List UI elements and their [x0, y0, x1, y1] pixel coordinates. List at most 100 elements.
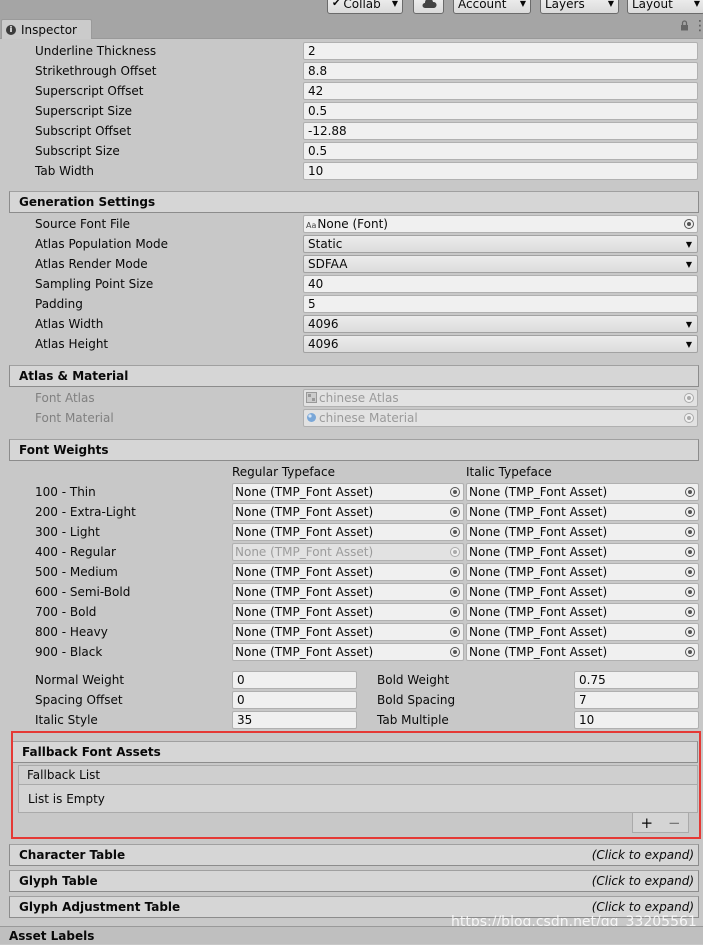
- object-picker-icon[interactable]: [685, 507, 695, 517]
- object-picker-icon[interactable]: [685, 627, 695, 637]
- dropdown-value: SDFAA: [308, 257, 348, 271]
- expand-hint: (Click to expand): [591, 874, 694, 888]
- field-value: None (TMP_Font Asset): [469, 645, 608, 659]
- font-weight-label: 400 - Regular: [35, 545, 116, 559]
- font-setting-input[interactable]: 2: [303, 42, 698, 60]
- object-picker-icon[interactable]: [450, 607, 460, 617]
- font-setting-label: Subscript Size: [35, 144, 120, 158]
- field-value: None (TMP_Font Asset): [235, 605, 374, 619]
- character-table-header[interactable]: Character Table (Click to expand): [9, 844, 699, 866]
- source-font-file-field[interactable]: AaNone (Font): [303, 215, 698, 233]
- normal-weight-input[interactable]: 0: [232, 671, 357, 689]
- object-picker-icon[interactable]: [450, 647, 460, 657]
- section-title: Atlas & Material: [19, 369, 129, 383]
- font-weight-label: 200 - Extra-Light: [35, 505, 136, 519]
- regular-typeface-field[interactable]: None (TMP_Font Asset): [232, 623, 464, 641]
- italic-style-input[interactable]: 35: [232, 711, 357, 729]
- asset-labels-header[interactable]: Asset Labels: [0, 926, 703, 944]
- object-picker-icon[interactable]: [685, 587, 695, 597]
- font-setting-input[interactable]: 8.8: [303, 62, 698, 80]
- italic-typeface-field[interactable]: None (TMP_Font Asset): [466, 483, 699, 501]
- italic-typeface-field[interactable]: None (TMP_Font Asset): [466, 583, 699, 601]
- object-picker-icon[interactable]: [685, 647, 695, 657]
- field-value: None (Font): [317, 217, 388, 231]
- font-weights-header[interactable]: Font Weights: [9, 439, 699, 461]
- spacing-offset-input[interactable]: 0: [232, 691, 357, 709]
- spacing-offset-label: Spacing Offset: [35, 693, 123, 707]
- collab-label: Collab: [343, 0, 381, 11]
- font-setting-input[interactable]: 0.5: [303, 102, 698, 120]
- bold-weight-input[interactable]: 0.75: [574, 671, 699, 689]
- font-weight-label: 600 - Semi-Bold: [35, 585, 131, 599]
- layout-dropdown[interactable]: Layout ▼: [627, 0, 703, 14]
- font-setting-input[interactable]: 10: [303, 162, 698, 180]
- regular-typeface-field[interactable]: None (TMP_Font Asset): [232, 563, 464, 581]
- field-value: None (TMP_Font Asset): [235, 585, 374, 599]
- regular-typeface-field[interactable]: None (TMP_Font Asset): [232, 643, 464, 661]
- object-picker-icon[interactable]: [450, 587, 460, 597]
- bold-spacing-input[interactable]: 7: [574, 691, 699, 709]
- italic-typeface-field[interactable]: None (TMP_Font Asset): [466, 503, 699, 521]
- atlas-population-mode-dropdown[interactable]: Static ▼: [303, 235, 698, 253]
- field-value: None (TMP_Font Asset): [235, 625, 374, 639]
- object-picker-icon[interactable]: [450, 507, 460, 517]
- atlas-width-dropdown[interactable]: 4096 ▼: [303, 315, 698, 333]
- account-dropdown[interactable]: Account ▼: [453, 0, 531, 14]
- padding-input[interactable]: 5: [303, 295, 698, 313]
- sampling-point-size-input[interactable]: 40: [303, 275, 698, 293]
- regular-typeface-column-header: Regular Typeface: [232, 465, 335, 479]
- object-picker-icon[interactable]: [450, 567, 460, 577]
- caret-down-icon: ▼: [519, 0, 526, 8]
- font-setting-label: Subscript Offset: [35, 124, 132, 138]
- regular-typeface-field[interactable]: None (TMP_Font Asset): [232, 583, 464, 601]
- tab-multiple-input[interactable]: 10: [574, 711, 699, 729]
- layers-dropdown[interactable]: Layers ▼: [540, 0, 619, 14]
- glyph-table-header[interactable]: Glyph Table (Click to expand): [9, 870, 699, 892]
- object-picker-icon[interactable]: [450, 487, 460, 497]
- regular-typeface-field[interactable]: None (TMP_Font Asset): [232, 483, 464, 501]
- object-picker-icon[interactable]: [685, 607, 695, 617]
- atlas-render-mode-dropdown[interactable]: SDFAA ▼: [303, 255, 698, 273]
- tab-inspector[interactable]: i Inspector: [1, 19, 92, 39]
- font-asset-icon: Aa: [306, 221, 317, 230]
- lock-icon[interactable]: [680, 20, 689, 34]
- object-picker-icon[interactable]: [685, 547, 695, 557]
- object-picker-icon[interactable]: [685, 567, 695, 577]
- field-value: None (TMP_Font Asset): [235, 525, 374, 539]
- font-setting-input[interactable]: -12.88: [303, 122, 698, 140]
- font-weight-label: 800 - Heavy: [35, 625, 108, 639]
- generation-settings-header[interactable]: Generation Settings: [9, 191, 699, 213]
- italic-typeface-field[interactable]: None (TMP_Font Asset): [466, 643, 699, 661]
- object-picker-icon[interactable]: [685, 487, 695, 497]
- italic-typeface-field[interactable]: None (TMP_Font Asset): [466, 603, 699, 621]
- sampling-point-size-label: Sampling Point Size: [35, 277, 154, 291]
- italic-typeface-field[interactable]: None (TMP_Font Asset): [466, 623, 699, 641]
- padding-label: Padding: [35, 297, 83, 311]
- section-title: Font Weights: [19, 443, 109, 457]
- object-picker-icon[interactable]: [685, 527, 695, 537]
- collab-dropdown[interactable]: ✔ Collab ▼: [327, 0, 403, 14]
- kebab-menu-icon[interactable]: ⋮: [693, 17, 703, 35]
- checkmark-icon: ✔: [332, 0, 341, 9]
- font-setting-label: Superscript Offset: [35, 84, 144, 98]
- atlas-material-header[interactable]: Atlas & Material: [9, 365, 699, 387]
- object-picker-icon[interactable]: [450, 527, 460, 537]
- object-picker-icon[interactable]: [450, 627, 460, 637]
- italic-typeface-field[interactable]: None (TMP_Font Asset): [466, 543, 699, 561]
- normal-weight-label: Normal Weight: [35, 673, 125, 687]
- font-setting-label: Superscript Size: [35, 104, 133, 118]
- font-weight-label: 300 - Light: [35, 525, 100, 539]
- atlas-height-dropdown[interactable]: 4096 ▼: [303, 335, 698, 353]
- field-value: None (TMP_Font Asset): [235, 485, 374, 499]
- atlas-height-label: Atlas Height: [35, 337, 109, 351]
- italic-typeface-field[interactable]: None (TMP_Font Asset): [466, 563, 699, 581]
- font-setting-input[interactable]: 42: [303, 82, 698, 100]
- regular-typeface-field[interactable]: None (TMP_Font Asset): [232, 523, 464, 541]
- cloud-button[interactable]: [413, 0, 444, 14]
- regular-typeface-field[interactable]: None (TMP_Font Asset): [232, 603, 464, 621]
- regular-typeface-field[interactable]: None (TMP_Font Asset): [232, 503, 464, 521]
- object-picker-icon[interactable]: [684, 219, 694, 229]
- italic-typeface-field[interactable]: None (TMP_Font Asset): [466, 523, 699, 541]
- font-setting-input[interactable]: 0.5: [303, 142, 698, 160]
- regular-typeface-field: None (TMP_Font Asset): [232, 543, 464, 561]
